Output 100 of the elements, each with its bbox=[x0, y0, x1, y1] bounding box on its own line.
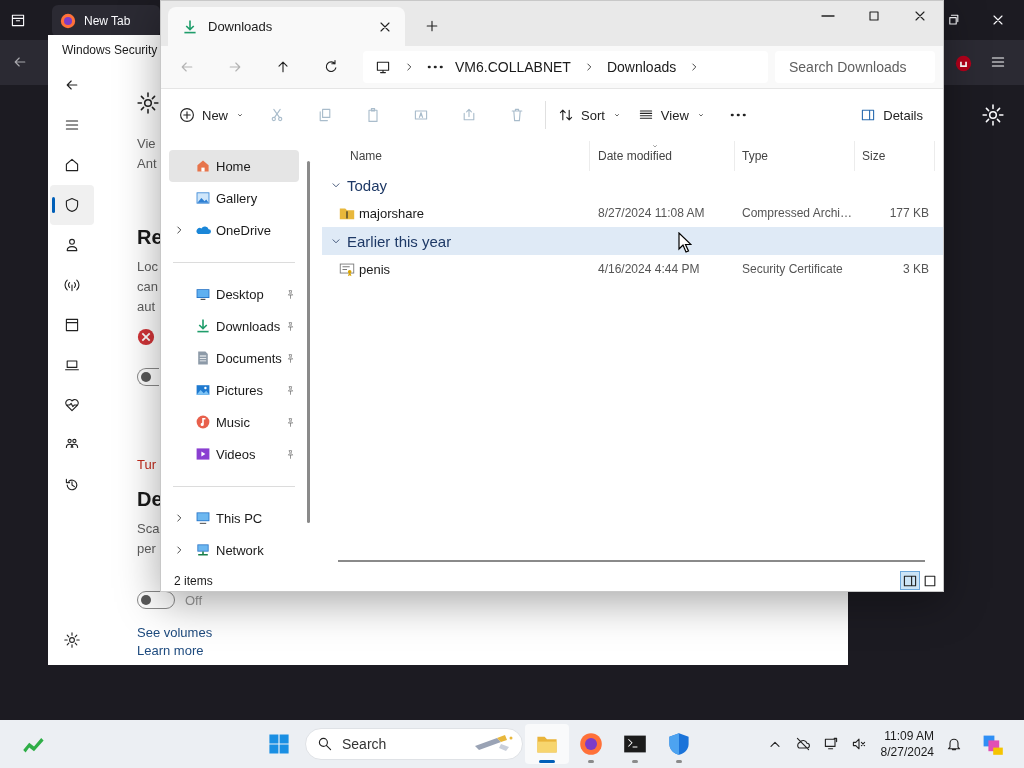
size-cell: 3 KB bbox=[903, 262, 929, 276]
browser-icon bbox=[579, 732, 603, 756]
column-header[interactable]: Type bbox=[735, 141, 855, 171]
type-cell: Compressed Archi… bbox=[742, 206, 853, 220]
nav-pane-item[interactable]: This PC bbox=[169, 502, 299, 534]
history-icon bbox=[64, 477, 80, 493]
extension-icon[interactable] bbox=[955, 55, 972, 72]
music-icon bbox=[195, 414, 211, 430]
toggle-switch[interactable] bbox=[137, 591, 175, 609]
person-icon bbox=[64, 237, 80, 253]
search-icon bbox=[317, 736, 333, 752]
windows-logo-icon bbox=[267, 732, 291, 756]
pin-icon bbox=[285, 320, 296, 332]
pin-icon bbox=[285, 288, 296, 300]
scrollbar[interactable] bbox=[338, 560, 925, 562]
window-title: Windows Security bbox=[61, 42, 159, 59]
size-cell: 177 KB bbox=[889, 206, 929, 220]
group-label: Today bbox=[347, 176, 388, 194]
settings-icon bbox=[64, 632, 80, 648]
nav-pane-item[interactable]: Pictures bbox=[169, 374, 299, 406]
nav-pane-item[interactable]: OneDrive bbox=[169, 214, 299, 246]
settings-icon[interactable] bbox=[982, 104, 1004, 126]
gallery-icon bbox=[195, 190, 211, 206]
link[interactable]: See volumes bbox=[137, 624, 213, 642]
cloud-off-icon[interactable] bbox=[794, 736, 811, 752]
cursor-icon bbox=[678, 232, 692, 254]
menu-icon bbox=[64, 117, 80, 133]
sidebar-icon[interactable] bbox=[10, 12, 26, 28]
date-cell: 8/27/2024 11:08 AM bbox=[598, 206, 705, 220]
nav-pane-item[interactable]: Network bbox=[169, 534, 299, 566]
taskbar-app[interactable] bbox=[525, 724, 569, 764]
bell-icon[interactable] bbox=[946, 736, 962, 752]
shield-icon bbox=[64, 197, 80, 213]
more-icon[interactable] bbox=[427, 65, 443, 69]
back-icon[interactable] bbox=[12, 54, 28, 70]
link[interactable]: Learn more bbox=[137, 642, 213, 660]
nav-pane-item[interactable]: Videos bbox=[169, 438, 299, 470]
heart-pulse-icon bbox=[64, 397, 80, 413]
file-name[interactable]: penis bbox=[359, 261, 391, 277]
description-text: Loc bbox=[137, 258, 158, 276]
window-tab[interactable]: Downloads bbox=[168, 7, 405, 46]
download-icon bbox=[182, 18, 198, 35]
date-cell: 4/16/2024 4:44 PM bbox=[598, 262, 700, 276]
display-icon[interactable] bbox=[822, 736, 839, 752]
pin-icon bbox=[285, 448, 296, 460]
new-tab-icon[interactable] bbox=[424, 18, 440, 34]
document-icon bbox=[195, 350, 211, 366]
nav-pane-item[interactable]: Desktop bbox=[169, 278, 299, 310]
nav-pane-item[interactable]: Gallery bbox=[169, 182, 299, 214]
maximize-icon bbox=[866, 8, 882, 24]
clock-date[interactable]: 8/27/2024 bbox=[880, 744, 934, 760]
description-text: Ant bbox=[137, 155, 157, 173]
warning-link[interactable]: Tur bbox=[137, 455, 157, 475]
group-row[interactable]: Today bbox=[322, 171, 943, 199]
network-icon bbox=[195, 542, 211, 558]
computer-icon bbox=[195, 510, 211, 526]
nav-pane-item[interactable]: Music bbox=[169, 406, 299, 438]
search-field[interactable]: Search Downloads bbox=[775, 51, 935, 83]
breadcrumb-item[interactable]: Downloads bbox=[606, 59, 677, 75]
type-cell: Security Certificate bbox=[742, 262, 843, 276]
nav-pane-item[interactable]: Downloads bbox=[169, 310, 299, 342]
item-count: 2 items bbox=[174, 573, 213, 588]
video-icon bbox=[195, 446, 211, 462]
view-button[interactable]: View bbox=[629, 98, 714, 132]
address-bar[interactable]: VM6.COLLABNET Downloads bbox=[363, 51, 768, 83]
nav-pane-item[interactable]: Home bbox=[169, 150, 299, 182]
settings-icon bbox=[137, 92, 159, 114]
speaker-muted-icon[interactable] bbox=[850, 736, 867, 752]
scrollbar[interactable] bbox=[307, 161, 310, 523]
toggle-switch[interactable] bbox=[137, 368, 159, 386]
sort-button[interactable]: Sort bbox=[550, 98, 630, 132]
group-row[interactable]: Earlier this year bbox=[322, 227, 943, 255]
column-header[interactable]: Name bbox=[322, 141, 590, 171]
breadcrumb-item[interactable]: VM6.COLLABNET bbox=[455, 59, 571, 75]
details-view-button[interactable] bbox=[900, 571, 920, 590]
back-icon bbox=[64, 77, 80, 93]
shield-icon bbox=[667, 732, 691, 756]
group-label: Earlier this year bbox=[347, 232, 452, 250]
pin-icon bbox=[285, 384, 296, 396]
window-icon bbox=[64, 317, 80, 333]
picture-icon bbox=[195, 382, 211, 398]
browser-icon bbox=[60, 13, 76, 29]
description-text: aut bbox=[137, 298, 157, 316]
description-text: Sca bbox=[137, 520, 160, 538]
clock-time[interactable]: 11:09 AM bbox=[884, 728, 934, 744]
menu-icon[interactable] bbox=[990, 54, 1006, 70]
description-text: Vie bbox=[137, 135, 157, 153]
column-header[interactable]: Size bbox=[855, 141, 935, 171]
new-button[interactable]: New bbox=[171, 98, 253, 132]
browser-tab[interactable]: New Tab bbox=[52, 5, 160, 37]
file-name[interactable]: majorshare bbox=[359, 205, 425, 221]
pin-icon bbox=[285, 416, 296, 428]
toggle-label: Off bbox=[185, 592, 203, 608]
details-pane-icon bbox=[860, 107, 877, 123]
search-field[interactable]: Search bbox=[305, 728, 523, 760]
details-button[interactable]: Details bbox=[852, 98, 931, 132]
nav-pane-item[interactable]: Documents bbox=[169, 342, 299, 374]
description-text: per bbox=[137, 540, 157, 558]
home-icon bbox=[64, 157, 80, 173]
column-header[interactable]: Date modified bbox=[590, 141, 735, 171]
